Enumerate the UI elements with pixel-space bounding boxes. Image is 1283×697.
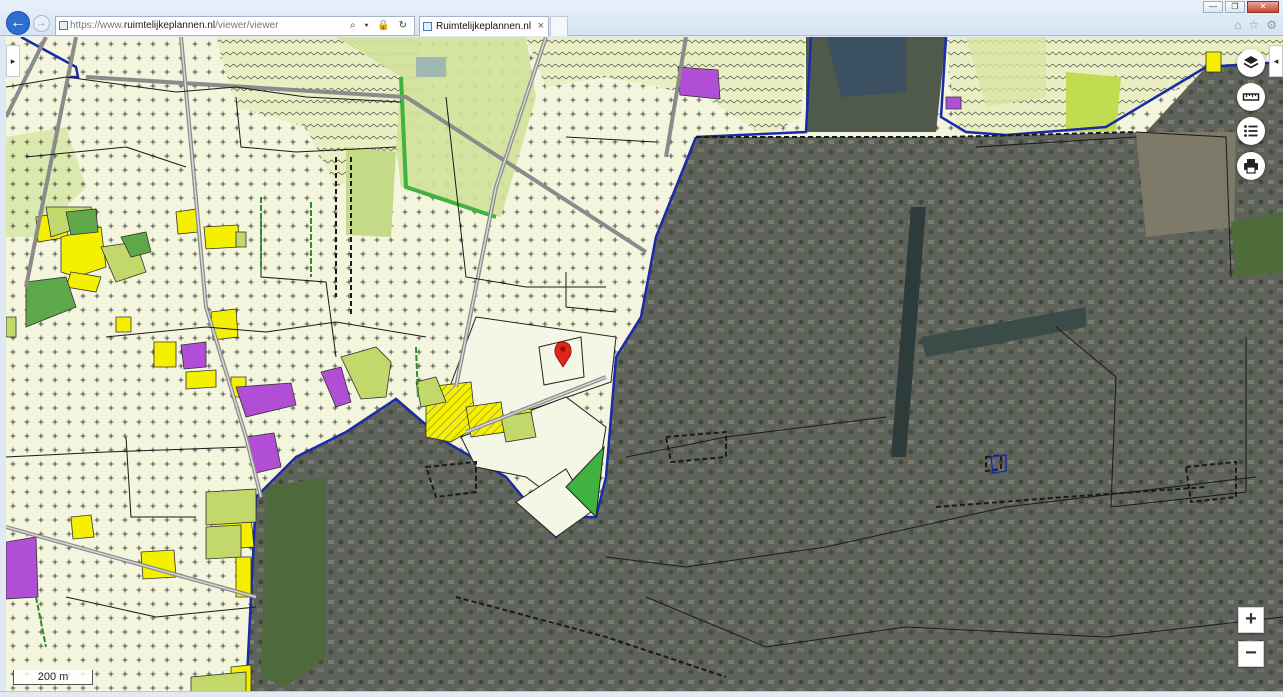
right-panel-toggle[interactable]: ◂	[1269, 45, 1283, 77]
park-area	[1231, 212, 1283, 277]
url-domain: ruimtelijkeplannen.nl	[123, 20, 216, 31]
window-controls: — ❐ ✕	[1203, 1, 1279, 14]
maximize-button[interactable]: ❐	[1225, 1, 1245, 13]
close-window-button[interactable]: ✕	[1247, 1, 1279, 13]
minimize-button[interactable]: —	[1203, 1, 1223, 13]
legend-list-icon	[1244, 125, 1258, 137]
park-area	[261, 477, 326, 687]
favorites-star-icon[interactable]: ☆	[1248, 18, 1259, 32]
forward-button[interactable]: →	[33, 15, 50, 32]
url-path: /viewer/viewer	[215, 20, 279, 31]
browser-tab[interactable]: Ruimtelijkeplannen.nl ×	[419, 16, 549, 36]
measure-ruler-icon	[1242, 93, 1260, 101]
address-bar[interactable]: https://www.ruimtelijkeplannen.nl/viewer…	[55, 16, 415, 36]
measure-button[interactable]	[1237, 83, 1265, 111]
browser-right-icons: ⌂ ☆ ⚙	[1234, 18, 1277, 32]
sports-field	[1136, 132, 1236, 237]
scale-bar: 200 m	[13, 670, 93, 685]
url-prefix: https://www.	[70, 20, 124, 31]
zoom-out-button[interactable]: −	[1238, 641, 1264, 667]
site-favicon-icon	[59, 21, 68, 30]
home-icon[interactable]: ⌂	[1234, 18, 1241, 32]
map-canvas[interactable]	[6, 37, 1283, 697]
zoom-in-button[interactable]: +	[1238, 607, 1264, 633]
browser-toolbar: ← → https://www.ruimtelijkeplannen.nl/vi…	[0, 0, 1283, 36]
print-icon	[1244, 159, 1258, 174]
new-tab-button[interactable]	[550, 16, 568, 36]
map-viewport[interactable]	[6, 37, 1283, 697]
tab-title: Ruimtelijkeplannen.nl	[436, 21, 532, 32]
left-panel-toggle[interactable]: ▸	[6, 45, 20, 77]
browser-status-bar	[0, 691, 1283, 697]
address-tools-icon[interactable]: ⌕ ▾ 🔒 ↻	[350, 17, 410, 35]
nature-zone	[346, 147, 396, 237]
print-button[interactable]	[1237, 152, 1265, 180]
tab-favicon-icon	[423, 22, 432, 31]
water-zone	[416, 57, 446, 77]
settings-gear-icon[interactable]: ⚙	[1266, 18, 1277, 32]
legend-button[interactable]	[1237, 117, 1265, 145]
tab-close-icon[interactable]: ×	[538, 17, 544, 36]
layers-icon	[1243, 56, 1259, 69]
layers-button[interactable]	[1237, 49, 1265, 77]
residential-parcel	[1205, 51, 1222, 73]
back-button[interactable]: ←	[6, 11, 30, 35]
